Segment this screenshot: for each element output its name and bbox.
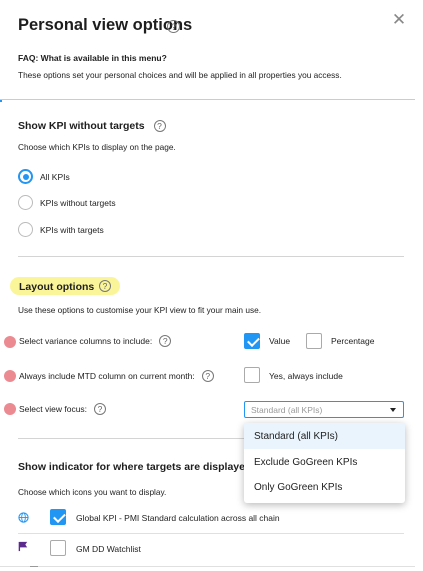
marker-dot: [4, 370, 16, 382]
layout-section-heading: Layout options: [19, 281, 95, 293]
help-icon[interactable]: ?: [153, 120, 166, 133]
dropdown-option-exclude-gogreen[interactable]: Exclude GoGreen KPIs: [244, 449, 405, 475]
indicator-section-subtitle: Choose which icons you want to display.: [18, 487, 167, 497]
view-focus-select[interactable]: Standard (all KPIs): [244, 401, 404, 418]
radio-button[interactable]: [18, 195, 33, 210]
mtd-checkbox-label: Yes, always include: [269, 371, 343, 381]
radio-button[interactable]: [18, 169, 33, 184]
help-icon[interactable]: ?: [167, 20, 180, 33]
close-icon[interactable]: ✕: [391, 11, 407, 28]
radio-kpis-with-targets[interactable]: KPIs with targets: [18, 222, 104, 237]
mtd-column-label: Always include MTD column on current mon…: [19, 370, 214, 382]
chevron-down-icon: [390, 408, 396, 412]
radio-label: KPIs with targets: [40, 224, 104, 235]
dialog-intro: These options set your personal choices …: [18, 70, 342, 80]
radio-all-kpis[interactable]: All KPIs: [18, 169, 70, 184]
mtd-checkbox[interactable]: [244, 367, 260, 383]
value-checkbox-label: Value: [269, 336, 291, 346]
help-icon[interactable]: ?: [99, 280, 111, 292]
radio-kpis-without-targets[interactable]: KPIs without targets: [18, 195, 116, 210]
layout-section-subtitle: Use these options to customise your KPI …: [18, 305, 262, 315]
divider: [0, 99, 415, 100]
help-icon[interactable]: ?: [159, 335, 172, 347]
personal-view-options-dialog: Personal view options ? ✕ FAQ: What is a…: [0, 0, 423, 571]
help-icon[interactable]: ?: [201, 370, 214, 382]
faq-link[interactable]: FAQ: What is available in this menu?: [18, 53, 167, 63]
variance-columns-label: Select variance columns to include: ?: [19, 335, 172, 347]
help-icon[interactable]: ?: [94, 403, 107, 415]
view-focus-label: Select view focus: ?: [19, 403, 107, 415]
marker-dot: [4, 336, 16, 348]
divider: [18, 533, 404, 534]
dropdown-option-only-gogreen[interactable]: Only GoGreen KPIs: [244, 474, 405, 500]
global-kpi-label: Global KPI - PMI Standard calculation ac…: [76, 513, 280, 523]
divider: [0, 566, 415, 567]
select-placeholder: Standard (all KPIs): [251, 405, 323, 415]
scroll-indicator: [30, 566, 38, 569]
globe-icon: [18, 512, 29, 523]
indicator-section-heading: Show indicator for where targets are dis…: [18, 461, 252, 473]
radio-button[interactable]: [18, 222, 33, 237]
kpi-section-heading: Show KPI without targets ?: [18, 120, 166, 133]
radio-label: All KPIs: [40, 171, 70, 182]
dropdown-option-standard[interactable]: Standard (all KPIs): [244, 423, 405, 449]
kpi-section-subtitle: Choose which KPIs to display on the page…: [18, 142, 176, 152]
gm-dd-watchlist-checkbox[interactable]: [50, 540, 66, 556]
percentage-checkbox-label: Percentage: [331, 336, 375, 346]
percentage-checkbox[interactable]: [306, 333, 322, 349]
flag-icon: [18, 541, 28, 552]
gm-dd-watchlist-label: GM DD Watchlist: [76, 544, 141, 554]
value-checkbox[interactable]: [244, 333, 260, 349]
divider: [18, 256, 404, 257]
radio-label: KPIs without targets: [40, 197, 116, 208]
marker-dot: [4, 403, 16, 415]
view-focus-dropdown: Standard (all KPIs) Exclude GoGreen KPIs…: [244, 423, 405, 503]
edge-marker: [0, 100, 2, 102]
global-kpi-checkbox[interactable]: [50, 509, 66, 525]
